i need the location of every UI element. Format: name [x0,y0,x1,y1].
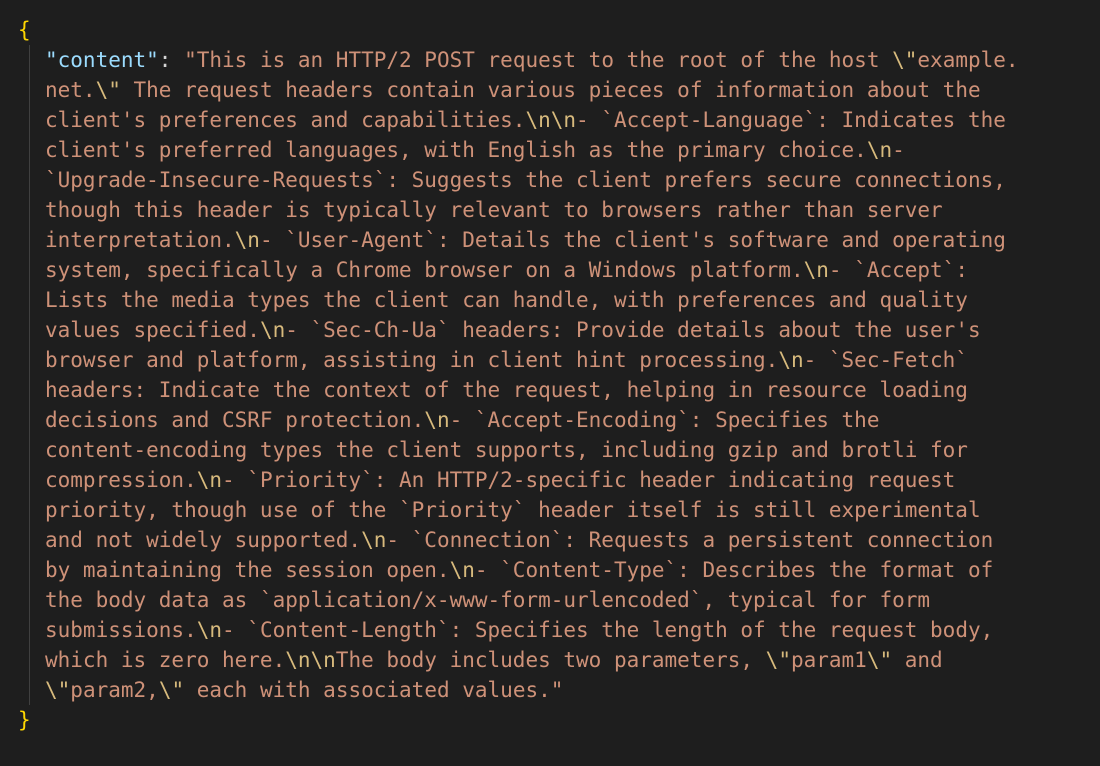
string-text: interpretation. [45,228,235,252]
escape-sequence: \" [892,48,918,72]
string-text: and [892,648,943,672]
json-key: "content" [45,48,159,72]
escape-sequence: \n [234,228,260,252]
string-text: priority, though use of the `Priority` h… [45,498,981,522]
string-text: - `Sec-Fetch` [803,348,968,372]
escape-sequence: \n [196,468,223,492]
string-text: - `Accept-Language`: Indicates the [576,108,1006,132]
string-text: each with associated values." [184,678,564,702]
escape-sequence: \" [45,678,71,702]
string-text: client's preferred languages, with Engli… [45,138,867,162]
escape-sequence: \n [803,258,829,282]
escape-sequence: \" [95,78,121,102]
string-text: The request headers contain various piec… [120,78,981,102]
string-text: - `Connection`: Requests a persistent co… [386,528,994,552]
string-text: compression. [45,468,197,492]
code-line: net.\" The request headers contain vario… [45,75,1019,105]
escape-sequence: \n\n [285,648,336,672]
escape-sequence: \" [158,678,185,702]
escape-sequence: \n [424,408,450,432]
string-text: - `User-Agent`: Details the client's sof… [259,228,1006,252]
string-text: - `Accept`: [828,258,968,282]
string-text: param1 [790,648,867,672]
string-text: - `Accept-Encoding`: Specifies the [449,408,880,432]
indent-guide [29,45,30,705]
escape-sequence: \n [866,138,893,162]
string-text: values specified. [45,318,260,342]
code-line: content-encoding types the client suppor… [45,435,1019,465]
json-editor[interactable]: { "content": "This is an HTTP/2 POST req… [0,0,1100,766]
code-line: priority, though use of the `Priority` h… [45,495,1019,525]
string-text: example. [917,48,1019,72]
open-brace: { [18,18,31,42]
code-line: decisions and CSRF protection.\n- `Accep… [45,405,1019,435]
escape-sequence: \n\n [525,108,577,132]
string-text: which is zero here. [45,648,286,672]
string-text: - [892,138,905,162]
string-text: `Upgrade-Insecure-Requests`: Suggests th… [45,168,1006,192]
code-line: and not widely supported.\n- `Connection… [45,525,1019,555]
code-line: values specified.\n- `Sec-Ch-Ua` headers… [45,315,1019,345]
string-text: headers: Indicate the context of the req… [45,378,968,402]
escape-sequence: \" [765,648,791,672]
string-text: param2, [70,678,159,702]
code-line: by maintaining the session open.\n- `Con… [45,555,1019,585]
string-text: browser and platform, assisting in clien… [45,348,779,372]
code-line: compression.\n- `Priority`: An HTTP/2-sp… [45,465,1019,495]
escape-sequence: \" [866,648,893,672]
string-text: - `Content-Length`: Specifies the length… [222,618,994,642]
close-brace: } [18,708,31,732]
string-text: The body includes two parameters, [335,648,766,672]
code-line: `Upgrade-Insecure-Requests`: Suggests th… [45,165,1019,195]
escape-sequence: \n [196,618,223,642]
string-text: decisions and CSRF protection. [45,408,425,432]
escape-sequence: \n [361,528,387,552]
string-text: content-encoding types the client suppor… [45,438,968,462]
code-line: interpretation.\n- `User-Agent`: Details… [45,225,1019,255]
string-text: net. [45,78,96,102]
code-line: which is zero here.\n\nThe body includes… [45,645,1019,675]
code-line: the body data as `application/x-www-form… [45,585,1019,615]
code-line: system, specifically a Chrome browser on… [45,255,1019,285]
code-line: browser and platform, assisting in clien… [45,345,1019,375]
string-text: Lists the media types the client can han… [45,288,968,312]
code-lines: "content": "This is an HTTP/2 POST reque… [45,45,1019,705]
string-text: though this header is typically relevant… [45,198,943,222]
string-text: - `Sec-Ch-Ua` headers: Provide details a… [285,318,981,342]
code-line: "content": "This is an HTTP/2 POST reque… [45,45,1019,75]
string-text: client's preferences and capabilities. [45,108,526,132]
string-text: by maintaining the session open. [45,558,450,582]
code-line: submissions.\n- `Content-Length`: Specif… [45,615,1019,645]
code-line: \"param2,\" each with associated values.… [45,675,1019,705]
colon-separator: : [158,48,185,72]
string-text: and not widely supported. [45,528,362,552]
code-line: client's preferences and capabilities.\n… [45,105,1019,135]
code-line: headers: Indicate the context of the req… [45,375,1019,405]
escape-sequence: \n [778,348,804,372]
string-text: system, specifically a Chrome browser on… [45,258,804,282]
string-text: the body data as `application/x-www-form… [45,588,931,612]
string-text: - `Content-Type`: Describes the format o… [474,558,994,582]
code-line: Lists the media types the client can han… [45,285,1019,315]
code-line: client's preferred languages, with Engli… [45,135,1019,165]
string-text: submissions. [45,618,197,642]
string-text: - `Priority`: An HTTP/2-specific header … [222,468,956,492]
code-line: though this header is typically relevant… [45,195,1019,225]
string-text: "This is an HTTP/2 POST request to the r… [184,48,893,72]
escape-sequence: \n [259,318,286,342]
escape-sequence: \n [449,558,475,582]
